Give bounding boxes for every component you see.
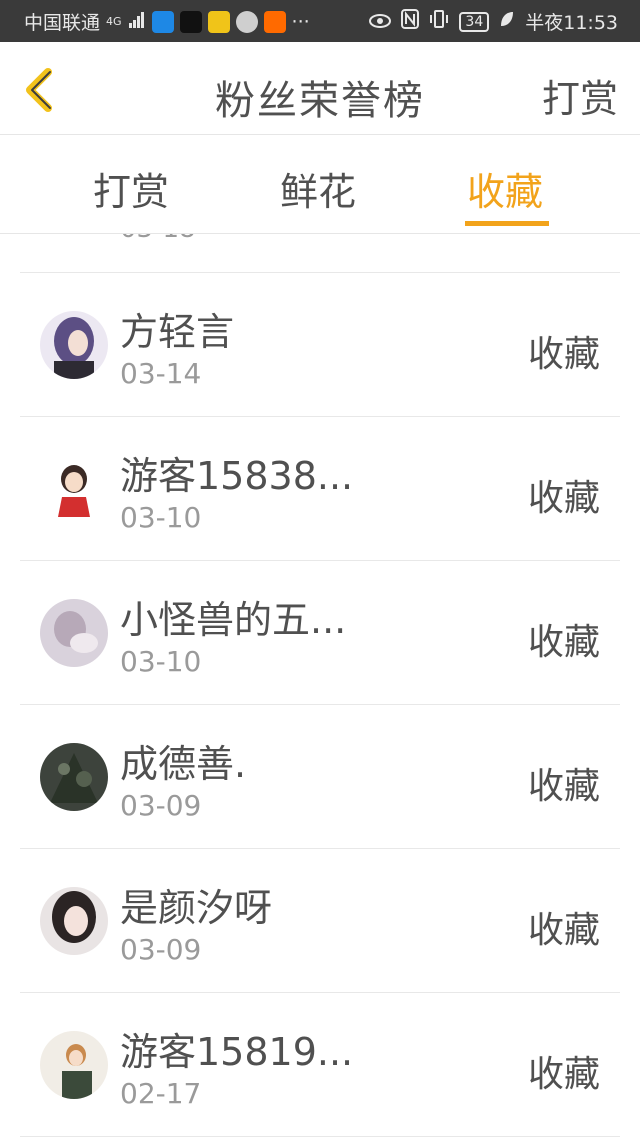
list-item[interactable]: 游客15819... 02-17 收藏 (20, 992, 620, 1136)
action-label: 收藏 (527, 334, 600, 375)
list-item[interactable]: 小怪兽的五... 03-10 收藏 (20, 560, 620, 704)
list-item[interactable]: 游客15838... 03-10 收藏 (20, 416, 620, 560)
action-label: 收藏 (527, 478, 600, 519)
qq-app-icon (235, 10, 258, 33)
fan-list[interactable]: 03-18 方轻言 03-14 收藏 游客15838... 03-10 收藏 小… (0, 234, 640, 1138)
avatar (40, 311, 108, 379)
action-label: 收藏 (527, 910, 600, 951)
date-label: 03-14 (120, 357, 202, 390)
vibrate-icon (429, 9, 449, 34)
status-left: 中国联通 4G ··· (24, 8, 310, 35)
navigation-bar: 粉丝荣誉榜 打赏 (0, 42, 640, 135)
tab-favorites[interactable]: 收藏 (467, 161, 543, 216)
shield-app-icon (151, 10, 174, 33)
date-label: 03-10 (120, 645, 202, 678)
avatar (40, 743, 108, 811)
date-label: 03-09 (120, 933, 202, 966)
battery-indicator: 34 (459, 11, 490, 32)
status-bar: 中国联通 4G ··· 34 半夜11:53 (0, 0, 640, 42)
leaf-icon (499, 10, 515, 33)
game-app-icon (207, 10, 230, 33)
signal-label: 4G (106, 15, 122, 28)
user-name: 是颜汐呀 (120, 886, 273, 930)
user-name: 游客15838... (120, 454, 354, 498)
avatar (40, 887, 108, 955)
date-label: 02-17 (120, 1077, 202, 1110)
user-name: 小怪兽的五... (120, 598, 347, 642)
avatar (40, 1031, 108, 1099)
action-label: 收藏 (527, 1054, 600, 1095)
active-tab-indicator (465, 221, 549, 226)
list-item[interactable]: 方轻言 03-14 收藏 (20, 272, 620, 416)
tab-bar: 打赏 鲜花 收藏 (0, 135, 640, 234)
carrier-label: 中国联通 (24, 12, 101, 34)
list-item[interactable]: 是颜汐呀 03-09 收藏 (20, 848, 620, 992)
user-name: 成德善. (120, 742, 247, 786)
clock-label: 半夜11:53 (525, 12, 618, 34)
status-right: 34 半夜11:53 (369, 8, 618, 35)
avatar (40, 455, 108, 523)
tab-reward[interactable]: 打赏 (93, 161, 169, 216)
signal-bars-icon (128, 11, 146, 33)
taobao-app-icon (263, 10, 286, 33)
nfc-icon (401, 9, 420, 34)
tiktok-app-icon (179, 10, 202, 33)
date-label: 03-10 (120, 501, 202, 534)
user-name: 游客15819... (120, 1030, 354, 1074)
tab-flowers[interactable]: 鲜花 (280, 161, 356, 216)
date-label: 03-09 (120, 789, 202, 822)
partial-row-date: 03-18 (120, 234, 196, 244)
more-notifications: ··· (291, 10, 310, 33)
eye-icon (369, 11, 392, 33)
avatar (40, 599, 108, 667)
user-name: 方轻言 (120, 310, 235, 354)
list-item[interactable]: 成德善. 03-09 收藏 (20, 704, 620, 848)
action-label: 收藏 (527, 622, 600, 663)
action-label: 收藏 (527, 766, 600, 807)
reward-button[interactable]: 打赏 (542, 68, 618, 123)
